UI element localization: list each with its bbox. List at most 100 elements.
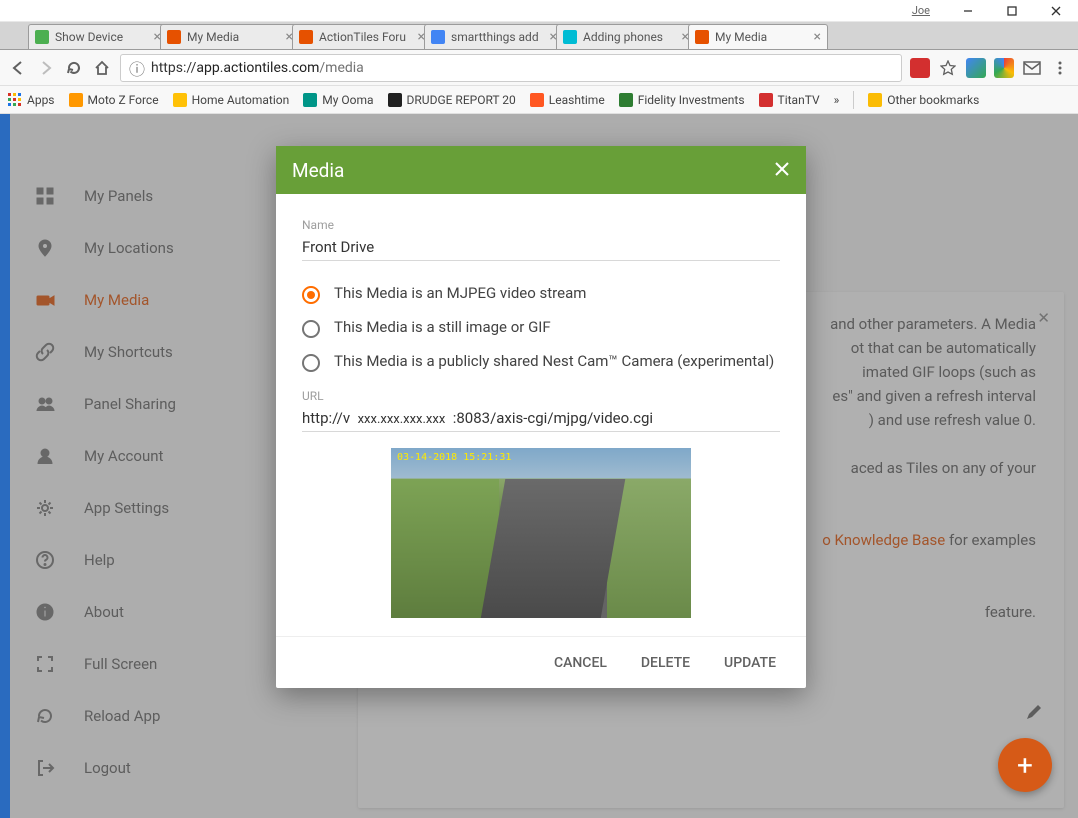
preview-timestamp: 03-14-2018 15:21:31: [397, 452, 511, 463]
bookmark-item[interactable]: My Ooma: [303, 93, 373, 107]
bookmark-item[interactable]: Moto Z Force: [69, 93, 159, 107]
browser-toolbar: ⓘ https://app.actiontiles.com/media: [0, 50, 1078, 86]
dots-vertical-icon: [1053, 61, 1067, 75]
radio-icon: [302, 320, 320, 338]
bookmark-favicon: [530, 93, 544, 107]
dialog-title: Media: [292, 159, 344, 182]
bookmark-label: My Ooma: [322, 93, 373, 107]
extension-icon[interactable]: [966, 58, 986, 78]
extension-icon[interactable]: [910, 58, 930, 78]
bookmark-favicon: [173, 93, 187, 107]
nav-reload-button[interactable]: [64, 58, 84, 78]
mail-icon: [1023, 61, 1041, 75]
bookmark-label: TitanTV: [778, 93, 820, 107]
window-titlebar: Joe: [0, 0, 1078, 22]
favicon: [167, 30, 181, 44]
window-maximize-button[interactable]: [990, 0, 1034, 22]
browser-tab[interactable]: smartthings add×: [424, 24, 564, 49]
favicon: [35, 30, 49, 44]
media-dialog: Media Name Front Drive This Media is an …: [276, 146, 806, 688]
tab-close-icon[interactable]: ×: [814, 29, 821, 45]
radio-label: This Media is an MJPEG video stream: [334, 284, 586, 302]
bookmark-item[interactable]: DRUDGE REPORT 20: [388, 93, 516, 107]
window-user: Joe: [912, 4, 930, 17]
bookmarks-bar: Apps Moto Z Force Home Automation My Ooma DR…: [0, 86, 1078, 114]
dialog-header: Media: [276, 146, 806, 194]
bookmark-favicon: [619, 93, 633, 107]
folder-icon: [868, 93, 882, 107]
radio-label: This Media is a still image or GIF: [334, 318, 551, 336]
window-minimize-button[interactable]: [946, 0, 990, 22]
taskbar-edge: [0, 114, 10, 818]
cancel-button[interactable]: CANCEL: [554, 655, 607, 671]
close-icon: [774, 161, 790, 177]
favicon: [563, 30, 577, 44]
bookmark-label: Fidelity Investments: [638, 93, 745, 107]
bookmark-favicon: [759, 93, 773, 107]
mail-button[interactable]: [1022, 58, 1042, 78]
minimize-icon: [963, 6, 973, 16]
arrow-left-icon: [9, 59, 27, 77]
bookmark-label: Home Automation: [192, 93, 290, 107]
reload-icon: [65, 59, 83, 77]
other-bookmarks[interactable]: Other bookmarks: [868, 93, 979, 107]
tab-label: smartthings add: [451, 30, 546, 44]
bookmark-favicon: [388, 93, 402, 107]
favicon: [299, 30, 313, 44]
browser-tab[interactable]: My Media×: [160, 24, 300, 49]
nav-back-button[interactable]: [8, 58, 28, 78]
nav-forward-button[interactable]: [36, 58, 56, 78]
browser-tab[interactable]: My Media ×: [688, 24, 828, 49]
bookmark-favicon: [69, 93, 83, 107]
bookmark-label: DRUDGE REPORT 20: [407, 93, 516, 107]
browser-tabstrip: Show Device×My Media×ActionTiles Foru×sm…: [0, 22, 1078, 50]
window-close-button[interactable]: [1034, 0, 1078, 22]
media-preview: 03-14-2018 15:21:31: [391, 448, 691, 618]
add-fab-button[interactable]: +: [998, 738, 1052, 792]
bookmark-item[interactable]: Fidelity Investments: [619, 93, 745, 107]
apps-button[interactable]: Apps: [8, 93, 55, 107]
address-bar[interactable]: ⓘ https://app.actiontiles.com/media: [120, 54, 902, 82]
home-icon: [93, 59, 111, 77]
tab-label: ActionTiles Foru: [319, 30, 414, 44]
star-icon: [940, 60, 956, 76]
browser-tab[interactable]: ActionTiles Foru×: [292, 24, 432, 49]
favicon: [695, 30, 709, 44]
name-input[interactable]: Front Drive: [302, 232, 780, 261]
update-button[interactable]: UPDATE: [724, 655, 776, 671]
bookmark-item[interactable]: Home Automation: [173, 93, 290, 107]
radio-icon: [302, 286, 320, 304]
favicon: [431, 30, 445, 44]
bookmark-item[interactable]: Leashtime: [530, 93, 605, 107]
radio-mjpeg[interactable]: This Media is an MJPEG video stream: [302, 277, 780, 311]
dialog-actions: CANCEL DELETE UPDATE: [276, 636, 806, 688]
close-icon: [1051, 6, 1061, 16]
apps-grid-icon: [8, 93, 22, 107]
browser-tab[interactable]: Show Device×: [28, 24, 168, 49]
tab-label: Show Device: [55, 30, 150, 44]
plus-icon: +: [1017, 749, 1033, 782]
bookmark-item[interactable]: TitanTV: [759, 93, 820, 107]
bookmark-star-button[interactable]: [938, 58, 958, 78]
maximize-icon: [1007, 6, 1017, 16]
arrow-right-icon: [37, 59, 55, 77]
dialog-body: Name Front Drive This Media is an MJPEG …: [276, 194, 806, 636]
extension-icon[interactable]: [994, 58, 1014, 78]
tab-label: My Media: [715, 30, 810, 44]
bookmarks-overflow[interactable]: »: [834, 93, 840, 107]
radio-still[interactable]: This Media is a still image or GIF: [302, 311, 780, 345]
dialog-close-button[interactable]: [774, 159, 790, 182]
radio-icon: [302, 354, 320, 372]
tab-label: Adding phones: [583, 30, 678, 44]
radio-label: This Media is a publicly shared Nest Cam…: [334, 352, 774, 372]
radio-nestcam[interactable]: This Media is a publicly shared Nest Cam…: [302, 345, 780, 379]
url-label: URL: [302, 389, 780, 403]
delete-button[interactable]: DELETE: [641, 655, 690, 671]
nav-home-button[interactable]: [92, 58, 112, 78]
browser-tab[interactable]: Adding phones×: [556, 24, 696, 49]
chrome-menu-button[interactable]: [1050, 58, 1070, 78]
tab-label: My Media: [187, 30, 282, 44]
url-text: https://app.actiontiles.com/media: [151, 60, 364, 76]
url-input[interactable]: http://v xxx.xxx.xxx.xxx :8083/axis-cgi/…: [302, 403, 780, 432]
info-icon: ⓘ: [129, 56, 145, 80]
